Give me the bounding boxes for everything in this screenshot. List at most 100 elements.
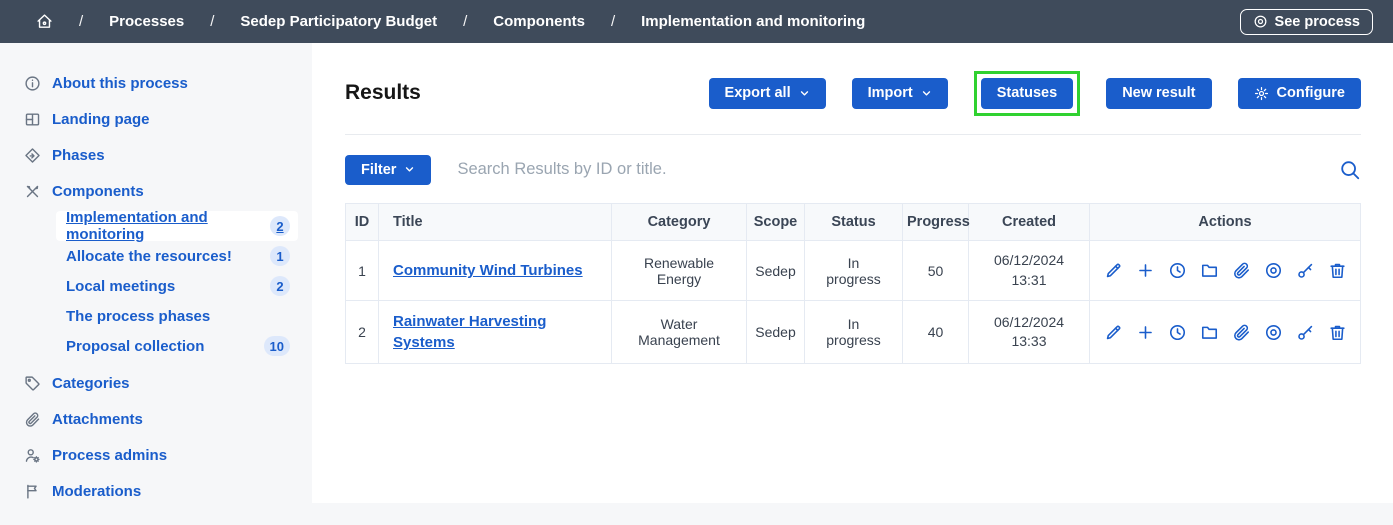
folder-icon[interactable] [1200,261,1219,280]
result-title-link[interactable]: Rainwater Harvesting Systems [393,311,603,353]
breadcrumb-processes[interactable]: Processes [109,13,184,30]
sidebar-child-implementation-and-monitoring[interactable]: Implementation and monitoring 2 [56,211,298,241]
new-result-button[interactable]: New result [1106,78,1211,109]
permissions-icon[interactable] [1296,261,1315,280]
add-icon[interactable] [1136,323,1155,342]
add-icon[interactable] [1136,261,1155,280]
breadcrumb-separator: / [210,13,214,30]
sidebar-item-label: Process admins [52,447,167,464]
sidebar-item-about[interactable]: About this process [24,65,312,101]
topbar: / Processes / Sedep Participatory Budget… [0,0,1393,43]
preview-icon[interactable] [1264,261,1283,280]
attachment-icon[interactable] [1232,261,1251,280]
results-table: ID Title Category Scope Status Progress … [345,203,1361,364]
col-header-title: Title [379,204,612,241]
table-row: 2 Rainwater Harvesting Systems Water Man… [346,301,1361,364]
statuses-label: Statuses [997,86,1057,101]
edit-icon[interactable] [1104,261,1123,280]
content: About this process Landing page Phases C… [0,43,1393,525]
created-time: 13:33 [977,332,1081,352]
cell-scope: Sedep [747,301,805,364]
sidebar-item-label: Phases [52,147,105,164]
breadcrumb-current-component[interactable]: Implementation and monitoring [641,13,865,30]
delete-icon[interactable] [1328,323,1347,342]
configure-button[interactable]: Configure [1238,78,1361,109]
toolbar: Export all Import Statuses New result [709,71,1361,116]
gear-icon [1254,86,1269,101]
see-process-button[interactable]: See process [1240,9,1373,35]
table-row: 1 Community Wind Turbines Renewable Ener… [346,241,1361,301]
sidebar-item-label: Landing page [52,111,150,128]
cell-id: 1 [346,241,379,301]
permissions-icon[interactable] [1296,323,1315,342]
search-input[interactable] [457,160,1339,179]
breadcrumb-separator: / [463,13,467,30]
cell-category: Renewable Energy [612,241,747,301]
main-panel: Results Export all Import Statuses New r… [312,43,1393,503]
history-icon[interactable] [1168,323,1187,342]
tools-icon [24,183,41,200]
breadcrumb: / Processes / Sedep Participatory Budget… [36,13,865,30]
table-header-row: ID Title Category Scope Status Progress … [346,204,1361,241]
created-date: 06/12/2024 [977,251,1081,271]
cell-actions [1090,301,1361,364]
created-time: 13:31 [977,271,1081,291]
row-actions [1098,261,1352,280]
eye-icon [1253,14,1268,29]
sidebar-child-label: The process phases [66,308,210,325]
sidebar-item-attachments[interactable]: Attachments [24,401,312,437]
filter-button[interactable]: Filter [345,155,431,186]
delete-icon[interactable] [1328,261,1347,280]
sidebar-item-components[interactable]: Components [24,173,312,209]
col-header-status: Status [805,204,903,241]
sidebar-item-process-admins[interactable]: Process admins [24,437,312,473]
edit-icon[interactable] [1104,323,1123,342]
home-icon[interactable] [36,13,53,30]
breadcrumb-process-name[interactable]: Sedep Participatory Budget [240,13,437,30]
chevron-down-icon [921,88,932,99]
sidebar-item-moderations[interactable]: Moderations [24,473,312,509]
sidebar-child-the-process-phases[interactable]: The process phases [56,301,298,331]
history-icon[interactable] [1168,261,1187,280]
col-header-id: ID [346,204,379,241]
phases-icon [24,147,41,164]
filter-label: Filter [361,163,396,178]
cell-category: Water Management [612,301,747,364]
sidebar-item-label: Categories [52,375,130,392]
sidebar-child-allocate-the-resources[interactable]: Allocate the resources! 1 [56,241,298,271]
breadcrumb-components[interactable]: Components [493,13,585,30]
search-icon[interactable] [1339,159,1361,181]
export-all-button[interactable]: Export all [709,78,826,109]
attachment-icon[interactable] [1232,323,1251,342]
sidebar-child-local-meetings[interactable]: Local meetings 2 [56,271,298,301]
preview-icon[interactable] [1264,323,1283,342]
created-date: 06/12/2024 [977,313,1081,333]
breadcrumb-separator: / [79,13,83,30]
statuses-button[interactable]: Statuses [981,78,1073,109]
layout-icon [24,111,41,128]
folder-icon[interactable] [1200,323,1219,342]
export-all-label: Export all [725,86,791,101]
import-button[interactable]: Import [852,78,948,109]
col-header-actions: Actions [1090,204,1361,241]
sidebar-child-proposal-collection[interactable]: Proposal collection 10 [56,331,298,361]
breadcrumb-separator: / [611,13,615,30]
page-head: Results Export all Import Statuses New r… [345,43,1361,135]
cell-created: 06/12/2024 13:31 [969,241,1090,301]
sidebar-child-label: Allocate the resources! [66,248,232,265]
cell-scope: Sedep [747,241,805,301]
sidebar: About this process Landing page Phases C… [0,43,312,525]
cell-created: 06/12/2024 13:33 [969,301,1090,364]
sidebar-item-landing-page[interactable]: Landing page [24,101,312,137]
chevron-down-icon [799,88,810,99]
col-header-category: Category [612,204,747,241]
sidebar-item-label: Components [52,183,144,200]
sidebar-item-label: Moderations [52,483,141,500]
count-badge: 10 [264,336,290,356]
col-header-progress: Progress [903,204,969,241]
result-title-link[interactable]: Community Wind Turbines [393,260,583,281]
sidebar-item-categories[interactable]: Categories [24,365,312,401]
sidebar-item-phases[interactable]: Phases [24,137,312,173]
cell-id: 2 [346,301,379,364]
cell-status: In progress [805,301,903,364]
